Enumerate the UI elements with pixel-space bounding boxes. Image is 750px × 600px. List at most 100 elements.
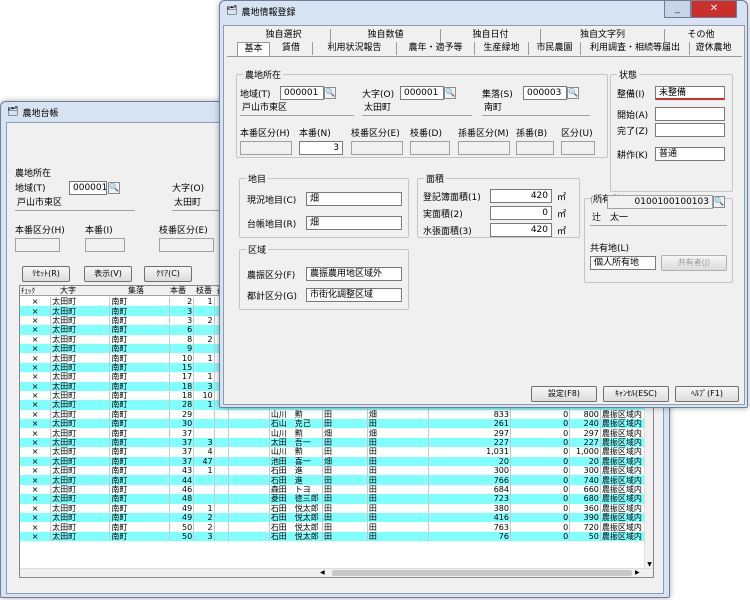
- kanryo-field[interactable]: [655, 123, 725, 137]
- table-row[interactable]: × 太田町 南町 37 3 太田 吾一田田 227 0 227 農振区域内: [20, 437, 647, 448]
- col-oaza[interactable]: 大字: [60, 286, 76, 296]
- back-honban-field[interactable]: [85, 238, 125, 252]
- table-row[interactable]: × 太田町 南町 44 石田 進田田 766 0 740 農振区域内: [20, 475, 647, 485]
- back-chiiki-code[interactable]: 000001: [69, 181, 107, 195]
- tab-nounen[interactable]: 農年・適予等: [397, 42, 475, 55]
- area3-cell: 360: [569, 503, 601, 513]
- spacer-cell: [228, 466, 270, 476]
- genkyo-cell: 田: [367, 503, 430, 513]
- display-button[interactable]: 表示(V): [84, 266, 132, 282]
- table-row[interactable]: × 太田町 南町 49 1 石田 悦太郎田田 380 0 360 農振区域内: [20, 503, 647, 513]
- help-button[interactable]: ﾍﾙﾌﾟ(F1): [675, 386, 739, 402]
- tab-dokuji-hiduke[interactable]: 独自日付: [441, 29, 541, 42]
- col-check[interactable]: ﾁｪｯｸ: [21, 286, 35, 296]
- kyoyusha-button[interactable]: 共有者(J): [661, 255, 727, 271]
- table-row[interactable]: × 太田町 南町 49 2 石田 悦太郎田田 416 0 390 農振区域内: [20, 512, 647, 523]
- scroll-thumb[interactable]: [332, 570, 632, 576]
- kubun-field[interactable]: [561, 141, 595, 155]
- honban-kubun-field[interactable]: [240, 141, 292, 155]
- nousin-kubun-field[interactable]: 農振農用地区域外: [306, 267, 402, 281]
- tab-seisan-ryokuchi[interactable]: 生産緑地: [475, 42, 529, 55]
- oaza-cell: 太田町: [50, 362, 111, 373]
- table-row[interactable]: × 太田町 南町 30 石山 克己田田 261 0 240 農振区域内: [20, 419, 647, 429]
- table-row[interactable]: × 太田町 南町 37 4 山川 勲田田 1,031 0 1,000 農振区域内: [20, 447, 647, 457]
- back-chiiki-search-icon[interactable]: 🔍: [108, 182, 120, 194]
- area1-cell: 261: [428, 419, 511, 429]
- edaban-field[interactable]: [410, 141, 450, 155]
- magoban-kubun-field[interactable]: [458, 141, 510, 155]
- seibi-field[interactable]: 未整備: [655, 86, 725, 100]
- edaban-kubun-field[interactable]: [351, 141, 403, 155]
- clear-button[interactable]: ｸﾘｱ(C): [144, 266, 192, 282]
- genkyo-chimoku-field[interactable]: 畑: [306, 192, 402, 206]
- check-cell: ×: [20, 343, 52, 354]
- table-row[interactable]: × 太田町 南町 50 2 石田 悦太郎田田 763 0 720 農振区域内: [20, 522, 647, 532]
- magoban-field[interactable]: [516, 141, 554, 155]
- edaban-cell: [193, 475, 215, 485]
- tab-shimin-nouen[interactable]: 市民農園: [529, 42, 581, 55]
- edaban-cell: 1: [193, 503, 215, 513]
- grid-vscrollbar[interactable]: ▼: [644, 394, 653, 577]
- tab-sonota[interactable]: その他: [665, 29, 737, 42]
- kyoyu-field[interactable]: 個人所有地: [590, 256, 656, 270]
- tab-riyou-houkoku[interactable]: 利用状況報告: [313, 42, 397, 55]
- tab-yuukyuu-nouchi[interactable]: 遊休農地: [690, 42, 737, 55]
- honban-cell: 50: [169, 531, 195, 542]
- owner-search-icon[interactable]: 🔍: [713, 196, 725, 208]
- honban-field[interactable]: 3: [299, 141, 343, 155]
- table-row[interactable]: × 太田町 南町 48 菱田 徳三郎田田 723 0 680 農振区域内: [20, 494, 647, 504]
- tab-dokuji-mojiretsu[interactable]: 独自文字列: [541, 29, 665, 42]
- tab-dokuji-sentaku[interactable]: 独自選択: [237, 29, 331, 42]
- kaishi-field[interactable]: [655, 107, 725, 121]
- jissoku-menseki-field[interactable]: 0: [490, 206, 552, 220]
- area3-cell: 300: [569, 466, 601, 476]
- table-row[interactable]: × 太田町 南町 37 山川 勲畑畑 297 0 297 農振区域内: [20, 428, 647, 438]
- col-shuraku[interactable]: 集落: [128, 286, 144, 296]
- table-row[interactable]: × 太田町 南町 43 1 石田 進田田 300 0 300 農振区域内: [20, 466, 647, 476]
- table-row[interactable]: × 太田町 南町 29 山川 勲田畑 833 0 800 農振区域内: [20, 409, 647, 420]
- tab-kihon[interactable]: 基本: [237, 42, 270, 57]
- tab-strip-bottom: 基本 賃借 利用状況報告 農年・適予等 生産緑地 市民農園 利用調査・相続等届出…: [237, 42, 737, 57]
- honban-cell: 37: [169, 447, 195, 457]
- ok-button[interactable]: 設定(F8): [531, 386, 597, 402]
- col-edaban[interactable]: 枝番: [196, 286, 212, 296]
- back-honban-kubun-field[interactable]: [15, 238, 60, 252]
- tab-dokuji-suuchi[interactable]: 独自数値: [331, 29, 441, 42]
- reset-button[interactable]: ﾘｾｯﾄ(R): [22, 266, 70, 282]
- mago-cell: [214, 428, 229, 438]
- area1-cell: 684: [428, 484, 511, 495]
- tab-chinshaku[interactable]: 賃借: [270, 42, 313, 55]
- owner-code-field[interactable]: 0100100100103: [607, 195, 713, 209]
- scroll-right-arrow[interactable]: ▶: [635, 569, 640, 576]
- scroll-left-arrow[interactable]: ◀: [320, 569, 325, 576]
- cancel-button[interactable]: ｷｬﾝｾﾙ(ESC): [603, 386, 669, 402]
- check-cell: ×: [20, 512, 52, 523]
- check-cell: ×: [20, 494, 52, 504]
- chiiki-label: 地域(T): [240, 90, 271, 100]
- close-button[interactable]: ✕: [691, 1, 737, 18]
- kubun-cell: 農振区域内: [600, 503, 647, 513]
- table-row[interactable]: × 太田町 南町 37 47 池田 喜一畑田 20 0 20 農振区域内: [20, 456, 647, 467]
- genkyo-cell: 田: [367, 494, 430, 504]
- suiden-menseki-field[interactable]: 420: [490, 223, 552, 237]
- back-edaban-kubun-field[interactable]: [159, 238, 214, 252]
- toki-menseki-field[interactable]: 420: [490, 189, 552, 203]
- grid-hscrollbar[interactable]: ◀ ▶: [20, 568, 653, 577]
- chiiki-code-field[interactable]: 000001: [280, 86, 324, 100]
- tab-riyou-chousa[interactable]: 利用調査・相続等届出: [581, 42, 690, 55]
- name-cell: 山川 勲: [269, 428, 323, 438]
- edaban-cell: 10: [193, 390, 215, 401]
- spacer-cell: [228, 531, 270, 542]
- daicho-chimoku-field[interactable]: 畑: [306, 216, 402, 230]
- table-row[interactable]: × 太田町 南町 46 森田 トヨ田田 684 0 660 農振区域内: [20, 484, 647, 495]
- kousaku-field[interactable]: 普通: [655, 147, 725, 161]
- shuraku-code-field[interactable]: 000003: [523, 86, 567, 100]
- shuraku-search-icon[interactable]: 🔍: [567, 87, 579, 99]
- toshi-kubun-field[interactable]: 市街化調整区域: [306, 288, 402, 302]
- col-honban[interactable]: 本番: [170, 286, 186, 296]
- oaza-search-icon[interactable]: 🔍: [444, 87, 456, 99]
- table-row[interactable]: × 太田町 南町 50 3 石田 悦太郎田田 76 0 50 農振区域内: [20, 531, 647, 542]
- chiiki-search-icon[interactable]: 🔍: [324, 87, 336, 99]
- oaza-code-field[interactable]: 000001: [400, 86, 444, 100]
- chimoku-cell: 田: [322, 447, 368, 457]
